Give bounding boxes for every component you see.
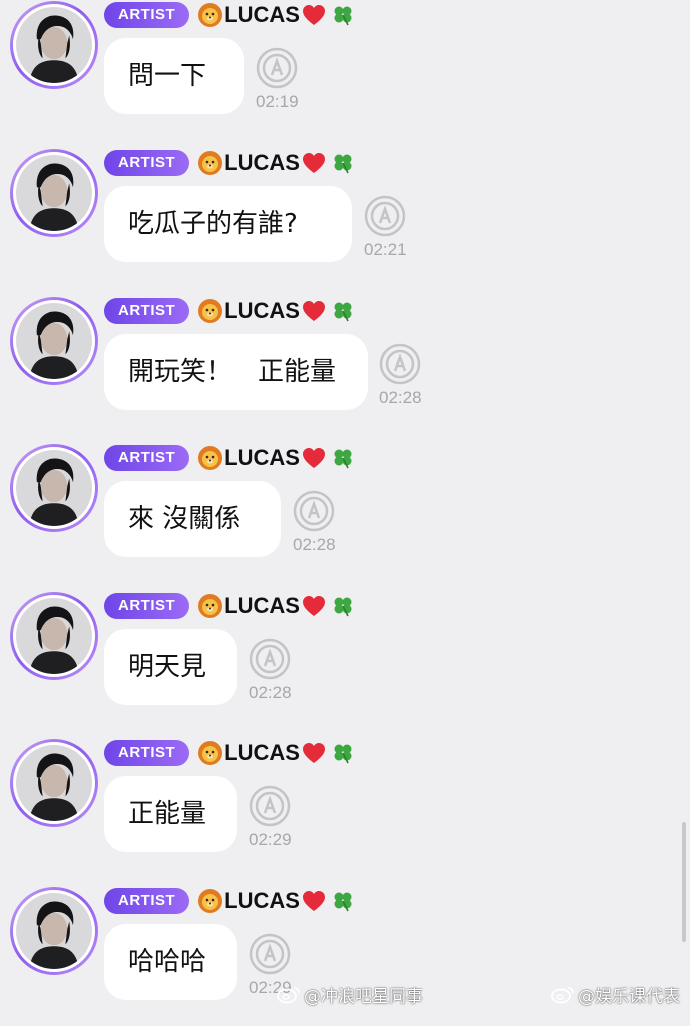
watermark: @冲浪吧星同事 [276,982,423,1007]
translate-icon[interactable] [293,490,335,532]
message-timestamp: 02:21 [364,240,407,259]
chat-message: ARTIST LUCAS 正能量 02:29 [0,738,690,878]
chat-message: ARTIST LUCAS 開玩笑！ 正能量 02:28 [0,296,690,436]
four-leaf-clover-icon [334,597,352,617]
red-heart-icon [302,153,325,173]
lion-face-icon [198,151,223,175]
avatar-photo-icon [16,745,92,821]
watermark-text: @冲浪吧星同事 [304,986,423,1007]
chat-message: ARTIST LUCAS 來 沒關係 02:28 [0,443,690,583]
red-heart-icon [302,5,325,25]
sender-row: ARTIST LUCAS [104,591,354,621]
avatar[interactable] [10,1,98,89]
four-leaf-clover-icon [334,154,352,174]
lion-face-icon [198,299,223,323]
weibo-logo-icon [277,987,300,1004]
message-bubble[interactable]: 來 沒關係 [104,481,281,557]
sender-nickname[interactable]: LUCAS [197,150,354,176]
message-timestamp: 02:28 [379,388,422,407]
translate-icon[interactable] [256,47,298,89]
avatar-photo-icon [16,303,92,379]
artist-badge: ARTIST [104,2,190,28]
red-heart-icon [302,891,325,911]
message-bubble[interactable]: 開玩笑！ 正能量 [104,334,368,410]
avatar[interactable] [10,297,98,385]
nickname-text: LUCAS [224,2,300,27]
artist-badge: ARTIST [104,298,190,324]
red-heart-icon [302,448,325,468]
artist-badge: ARTIST [104,150,190,176]
translate-icon[interactable] [364,195,406,237]
lion-face-icon [198,741,223,765]
chat-message: ARTIST LUCAS 問一下 02:19 [0,0,690,140]
nickname-text: LUCAS [224,298,300,323]
sender-nickname[interactable]: LUCAS [197,740,354,766]
chat-message-list: ARTIST LUCAS 問一下 02:19 ARTIST LUCAS 吃瓜子的… [0,0,690,1011]
artist-badge: ARTIST [104,888,190,914]
sender-nickname[interactable]: LUCAS [197,593,354,619]
message-timestamp: 02:28 [249,683,292,702]
four-leaf-clover-icon [334,449,352,469]
lion-face-icon [198,446,223,470]
sender-row: ARTIST LUCAS [104,148,354,178]
chat-message: ARTIST LUCAS 明天見 02:28 [0,591,690,731]
translate-icon[interactable] [249,785,291,827]
avatar[interactable] [10,887,98,975]
red-heart-icon [302,301,325,321]
message-bubble[interactable]: 哈哈哈 [104,924,237,1000]
red-heart-icon [302,743,325,763]
message-timestamp: 02:29 [249,830,292,849]
avatar-photo-icon [16,598,92,674]
four-leaf-clover-icon [334,744,352,764]
sender-row: ARTIST LUCAS [104,296,354,326]
nickname-text: LUCAS [224,740,300,765]
sender-row: ARTIST LUCAS [104,738,354,768]
scrollbar[interactable] [682,822,686,942]
avatar[interactable] [10,149,98,237]
sender-row: ARTIST LUCAS [104,443,354,473]
artist-badge: ARTIST [104,445,190,471]
avatar-photo-icon [16,7,92,83]
red-heart-icon [302,596,325,616]
sender-row: ARTIST LUCAS [104,886,354,916]
lion-face-icon [198,889,223,913]
artist-badge: ARTIST [104,740,190,766]
sender-nickname[interactable]: LUCAS [197,298,354,324]
nickname-text: LUCAS [224,888,300,913]
avatar[interactable] [10,739,98,827]
sender-nickname[interactable]: LUCAS [197,2,354,28]
watermark: @娱乐课代表 [550,982,680,1007]
nickname-text: LUCAS [224,593,300,618]
sender-nickname[interactable]: LUCAS [197,445,354,471]
translate-icon[interactable] [249,638,291,680]
message-timestamp: 02:28 [293,535,336,554]
chat-message: ARTIST LUCAS 吃瓜子的有誰? 02:21 [0,148,690,288]
weibo-logo-icon [551,987,574,1004]
sender-row: ARTIST LUCAS [104,0,354,30]
avatar-photo-icon [16,450,92,526]
avatar-photo-icon [16,155,92,231]
four-leaf-clover-icon [334,302,352,322]
nickname-text: LUCAS [224,150,300,175]
sender-nickname[interactable]: LUCAS [197,888,354,914]
lion-face-icon [198,3,223,27]
translate-icon[interactable] [249,933,291,975]
nickname-text: LUCAS [224,445,300,470]
translate-icon[interactable] [379,343,421,385]
four-leaf-clover-icon [334,6,352,26]
message-timestamp: 02:19 [256,92,299,111]
avatar-photo-icon [16,893,92,969]
message-bubble[interactable]: 問一下 [104,38,244,114]
artist-badge: ARTIST [104,593,190,619]
four-leaf-clover-icon [334,892,352,912]
message-bubble[interactable]: 正能量 [104,776,237,852]
watermark-text: @娱乐课代表 [578,986,680,1007]
message-bubble[interactable]: 明天見 [104,629,237,705]
avatar[interactable] [10,592,98,680]
avatar[interactable] [10,444,98,532]
message-bubble[interactable]: 吃瓜子的有誰? [104,186,352,262]
lion-face-icon [198,594,223,618]
